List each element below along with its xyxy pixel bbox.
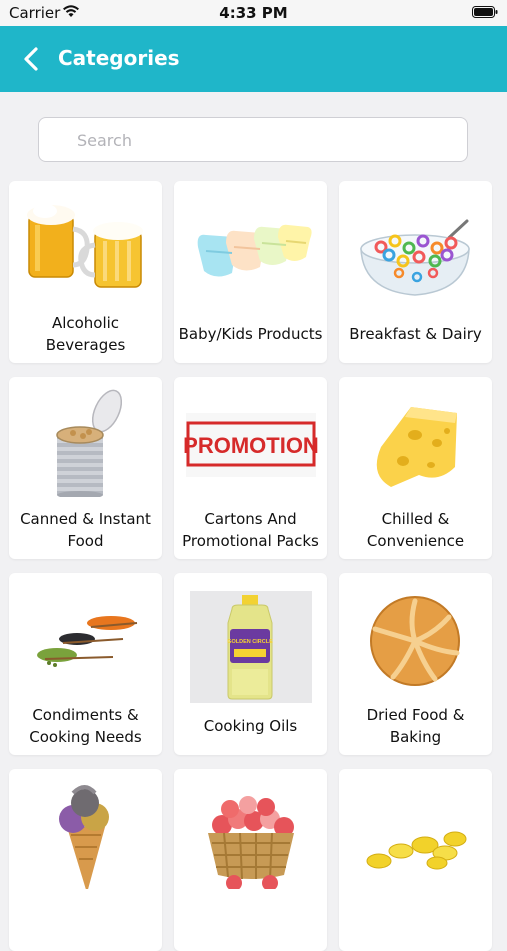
bread-roll-image xyxy=(370,596,460,686)
category-label: Baby/Kids Products xyxy=(178,325,323,343)
diapers-image xyxy=(197,224,312,277)
search-field[interactable] xyxy=(38,117,468,163)
chevron-left-icon[interactable] xyxy=(20,46,44,72)
category-label: Chilled & Convenience xyxy=(366,510,465,550)
category-tile-dried-food-baking[interactable]: Dried Food & Baking xyxy=(339,573,492,755)
battery-icon xyxy=(472,6,498,18)
category-label: Dried Food & Baking xyxy=(366,706,465,746)
category-label: Alcoholic Beverages xyxy=(45,314,126,354)
category-label: Canned & Instant Food xyxy=(20,510,151,550)
cheese-image xyxy=(376,407,457,487)
promotion-text: PROMOTION xyxy=(183,433,319,458)
supplement-capsules-image xyxy=(366,831,467,870)
status-bar: Carrier 4:33 PM xyxy=(0,0,507,26)
promotion-stamp-image: PROMOTION xyxy=(183,413,319,477)
oil-bottle-label: GOLDEN CIRCLE xyxy=(227,639,273,645)
category-tile-alcoholic-beverages[interactable]: Alcoholic Beverages xyxy=(9,181,162,363)
beer-mugs-image xyxy=(27,204,143,288)
category-tile-health-supplements[interactable] xyxy=(339,769,492,951)
category-tile-chilled-convenience[interactable]: Chilled & Convenience xyxy=(339,377,492,559)
category-label: Breakfast & Dairy xyxy=(349,325,482,343)
fruit-basket-image xyxy=(208,796,294,889)
oil-bottle-image: GOLDEN CIRCLE xyxy=(190,591,312,703)
open-can-image xyxy=(56,389,123,497)
category-tile-fruits[interactable] xyxy=(174,769,327,951)
category-label: Cartons And Promotional Packs xyxy=(182,510,319,550)
ice-cream-cone-image xyxy=(59,785,109,889)
category-label: Cooking Oils xyxy=(203,717,298,735)
status-time: 4:33 PM xyxy=(219,4,288,22)
category-tile-condiments-cooking-needs[interactable]: Condiments & Cooking Needs xyxy=(9,573,162,755)
category-tile-breakfast-dairy[interactable]: Breakfast & Dairy xyxy=(339,181,492,363)
nav-bar: Categories xyxy=(0,26,507,92)
category-tile-ice-cream[interactable] xyxy=(9,769,162,951)
category-tile-baby-kids-products[interactable]: Baby/Kids Products xyxy=(174,181,327,363)
category-tile-canned-instant-food[interactable]: Canned & Instant Food xyxy=(9,377,162,559)
page-title: Categories xyxy=(58,46,180,70)
search-input[interactable] xyxy=(75,118,459,163)
cereal-bowl-image xyxy=(360,219,470,296)
category-tile-cartons-promotional-packs[interactable]: PROMOTION Cartons And Promotional Packs xyxy=(174,377,327,559)
spices-image xyxy=(37,616,138,667)
category-label: Condiments & Cooking Needs xyxy=(29,706,142,746)
category-tile-cooking-oils[interactable]: GOLDEN CIRCLE Cooking Oils xyxy=(174,573,327,755)
